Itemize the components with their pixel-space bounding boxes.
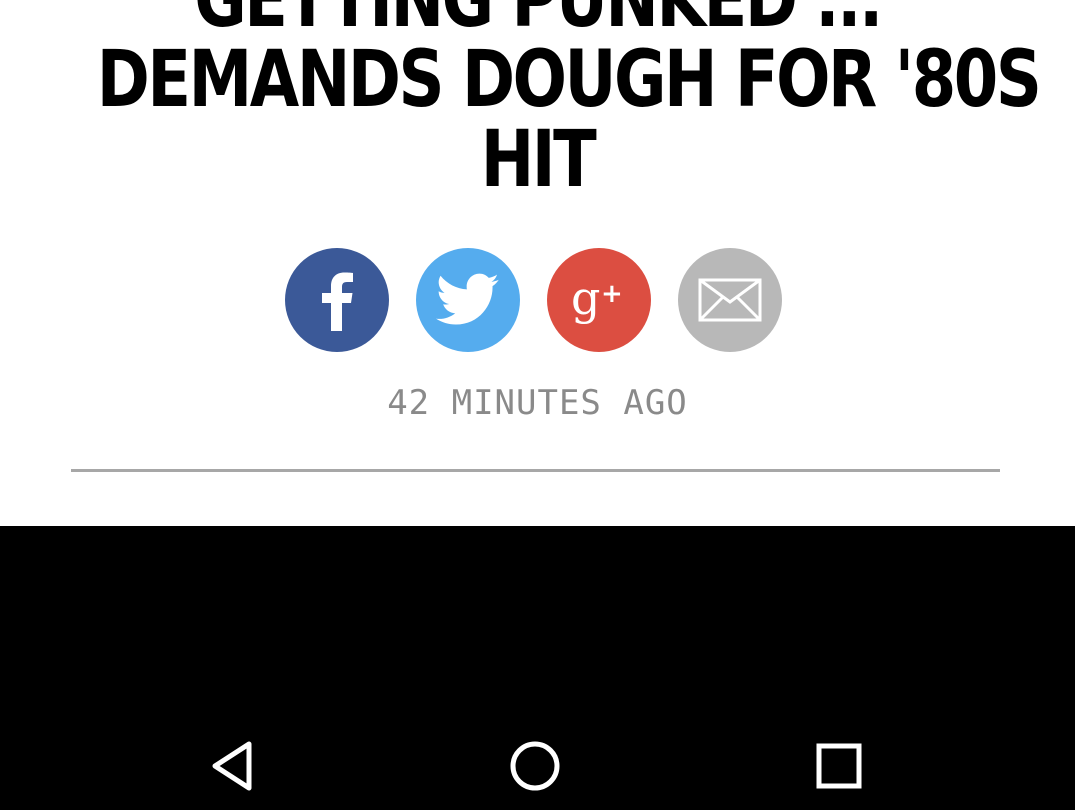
svg-text:+: + <box>601 279 623 309</box>
recents-square-icon <box>816 743 862 789</box>
google-plus-share-button[interactable]: g + <box>547 248 651 352</box>
headline-line: HIT <box>480 115 597 205</box>
back-triangle-icon <box>212 741 252 791</box>
article-headline: GETTING PUNKED ... DEMANDS DOUGH FOR '80… <box>96 0 1042 205</box>
email-share-button[interactable] <box>678 248 782 352</box>
twitter-share-button[interactable] <box>416 248 520 352</box>
divider <box>71 469 1000 472</box>
recents-button[interactable] <box>799 726 879 806</box>
home-button[interactable] <box>495 726 575 806</box>
google-plus-icon: g + <box>571 271 623 325</box>
home-circle-icon <box>510 741 560 791</box>
article-timestamp: 42 MINUTES AGO <box>387 383 688 423</box>
mail-icon <box>698 278 762 322</box>
back-button[interactable] <box>192 726 272 806</box>
headline-line: GETTING PUNKED ... <box>194 0 883 45</box>
headline-line: DEMANDS DOUGH FOR '80S <box>96 35 1042 125</box>
share-buttons: g + <box>285 248 782 352</box>
facebook-share-button[interactable] <box>285 248 389 352</box>
svg-text:g: g <box>571 271 600 325</box>
twitter-icon <box>436 273 499 325</box>
android-navigation-bar <box>0 526 1075 810</box>
facebook-icon <box>322 272 353 331</box>
